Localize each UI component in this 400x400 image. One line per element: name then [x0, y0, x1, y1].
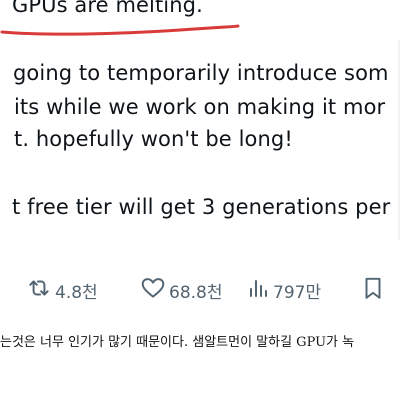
- like-button[interactable]: 68.8천: [140, 272, 223, 308]
- retweet-icon: [26, 275, 52, 305]
- view-count: 797만: [273, 282, 322, 303]
- tweet-actions-bar: 4.8천 68.8천 797만: [0, 272, 400, 308]
- bookmark-icon: [360, 275, 386, 305]
- tweet-card: GPUs are melting. going to temporarily i…: [0, 0, 400, 322]
- like-count: 68.8천: [169, 282, 223, 303]
- tweet-text-line: t free tier will get 3 generations per: [12, 195, 391, 219]
- tweet-text-line: t. hopefully won't be long!: [14, 127, 293, 151]
- tweet-text-line: going to temporarily introduce som: [13, 61, 389, 85]
- heart-icon: [140, 275, 166, 305]
- views-button[interactable]: 797만: [246, 272, 321, 308]
- bookmark-button[interactable]: [360, 272, 386, 308]
- article-caption-text: 는것은 너무 인기가 많기 때문이다. 샘알트먼이 말하길 GPU가 녹: [0, 335, 355, 350]
- retweet-count: 4.8천: [55, 282, 98, 303]
- views-icon: [246, 275, 270, 305]
- red-underline-annotation: [0, 24, 240, 36]
- retweet-button[interactable]: 4.8천: [26, 272, 98, 308]
- tweet-text-line: its while we work on making it mor: [14, 95, 386, 119]
